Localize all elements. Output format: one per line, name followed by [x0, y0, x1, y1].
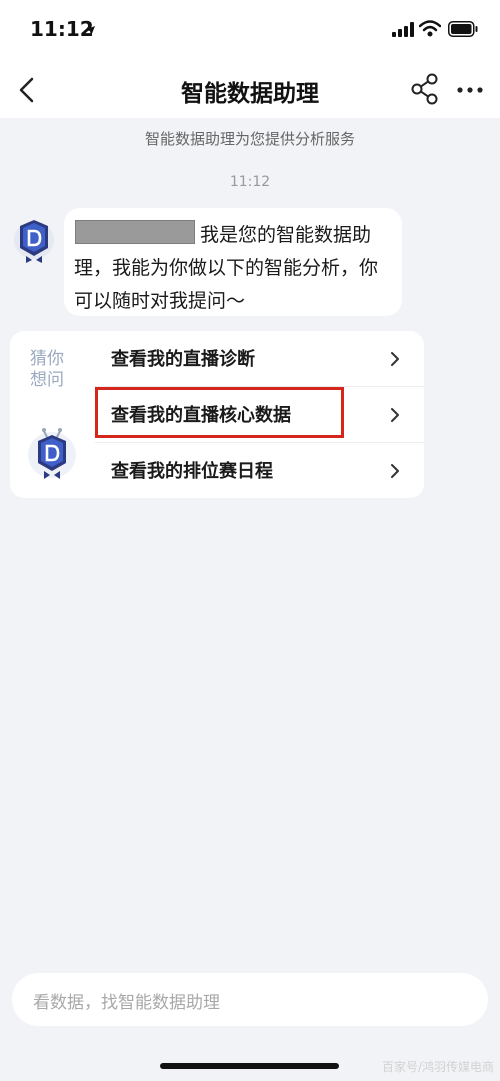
watermark-text: 百家号/鸿羽传媒电商	[381, 1060, 494, 1074]
chevron-right-icon	[389, 350, 401, 368]
wifi-icon	[418, 20, 442, 37]
more-options-button[interactable]	[452, 80, 488, 100]
suggestion-live-diagnosis[interactable]: 查看我的直播诊断	[95, 331, 424, 387]
chevron-right-icon	[389, 462, 401, 480]
chevron-right-icon	[389, 406, 401, 424]
home-indicator	[160, 1063, 339, 1069]
nav-bar: 智能数据助理	[0, 62, 500, 118]
message-input[interactable]: 看数据，找智能数据助理	[12, 973, 488, 1026]
robot-avatar-icon	[14, 220, 54, 263]
assistant-avatar	[12, 210, 56, 264]
robot-mascot-icon	[28, 428, 76, 479]
message-timestamp: 11:12	[229, 174, 271, 190]
panel-robot-avatar	[24, 423, 80, 483]
cellular-signal-icon	[392, 22, 414, 37]
assistant-message-text: 我是您的智能数据助 理，我能为你做以下的智能分析，你 可以随时对我提问～	[74, 219, 392, 318]
service-subtitle: 智能数据助理为您提供分析服务	[144, 130, 355, 148]
input-placeholder: 看数据，找智能数据助理	[33, 993, 220, 1013]
share-icon	[411, 73, 438, 105]
more-dots-icon	[457, 87, 483, 93]
suggestion-label: 查看我的直播诊断	[111, 349, 255, 370]
suggestion-label: 查看我的排位赛日程	[111, 461, 273, 482]
message-body: 我是您的智能数据助 理，我能为你做以下的智能分析，你 可以随时对我提问～	[74, 224, 379, 312]
suggestion-ranking-schedule[interactable]: 查看我的排位赛日程	[95, 443, 424, 498]
redaction-spacer	[74, 240, 200, 241]
battery-icon	[448, 21, 478, 37]
assistant-message-bubble: 我是您的智能数据助 理，我能为你做以下的智能分析，你 可以随时对我提问～	[64, 208, 402, 316]
status-bar: 11:12	[0, 0, 500, 62]
share-button[interactable]	[408, 72, 442, 106]
red-highlight-annotation	[95, 387, 344, 438]
location-arrow-icon	[84, 22, 96, 36]
suggested-questions-label: 猜你想问	[30, 349, 64, 390]
